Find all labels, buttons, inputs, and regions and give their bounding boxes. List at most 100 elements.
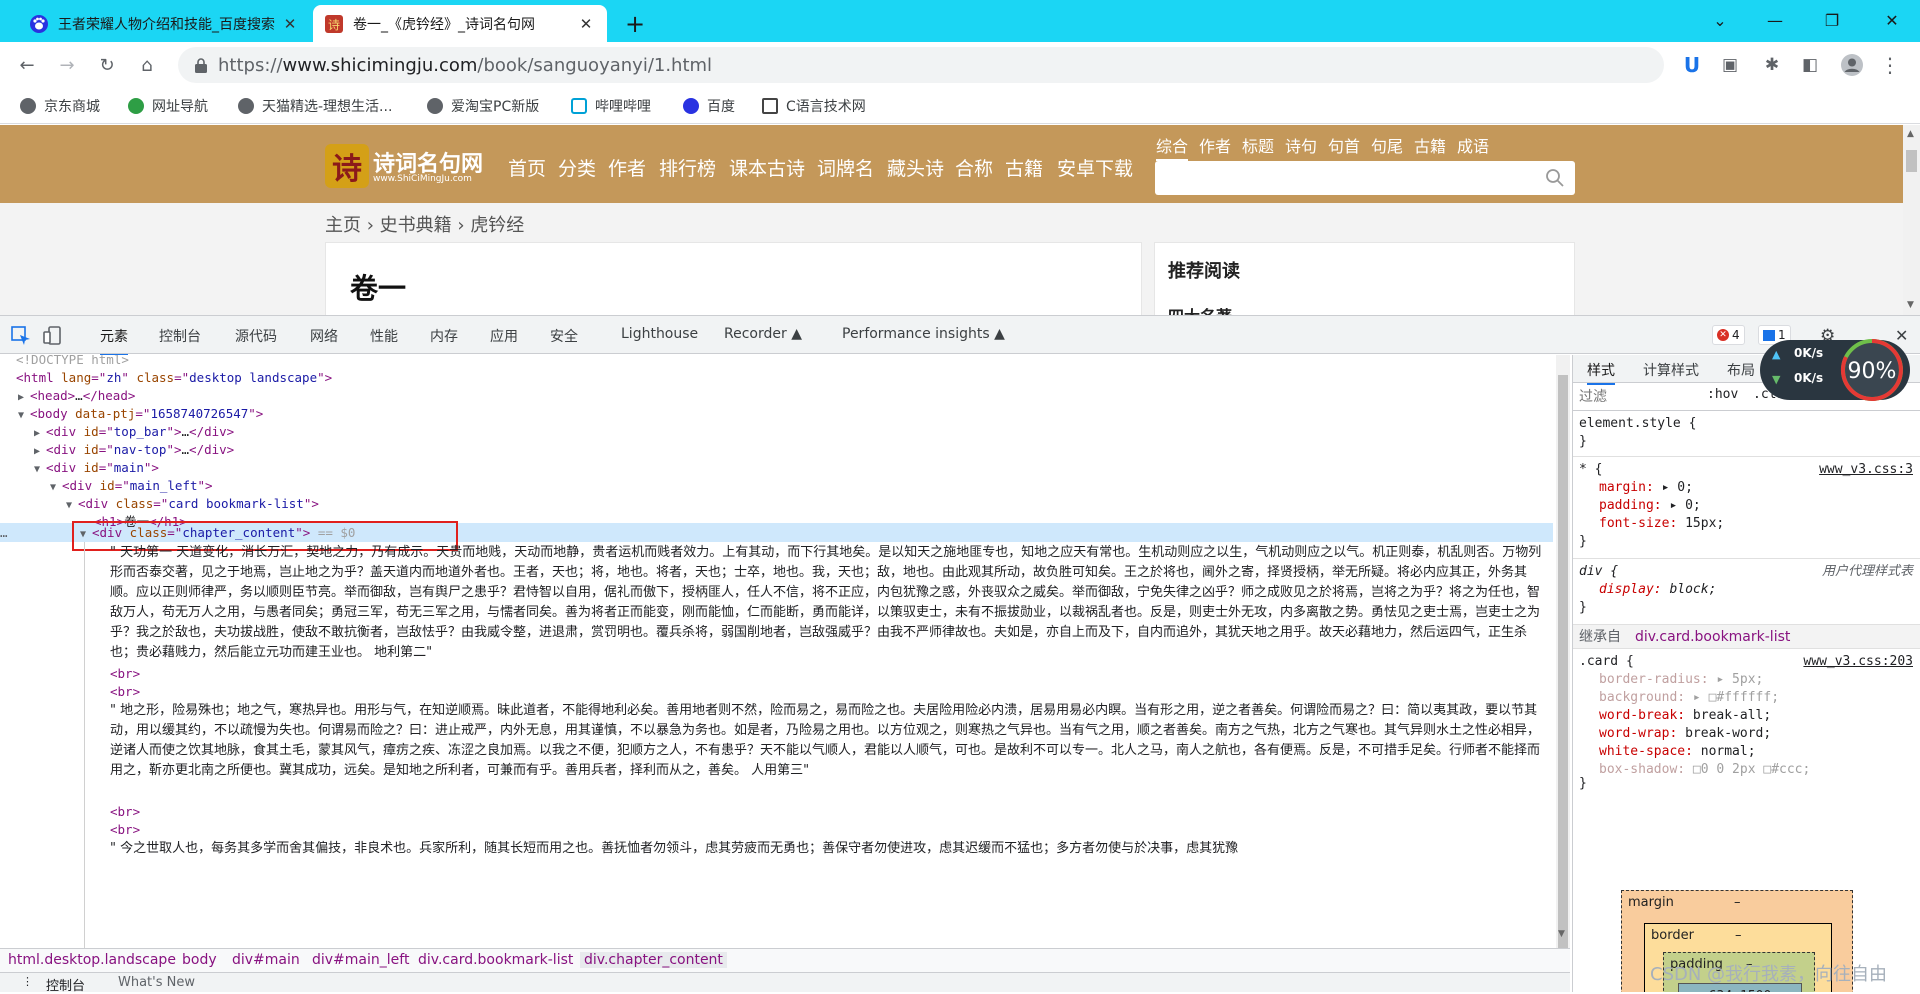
bookmark-bilibili[interactable]: 哔哩哔哩	[571, 96, 651, 116]
source-link-www-v3-css-3[interactable]: www_v3.css:3	[1819, 461, 1913, 479]
back-arrow-icon[interactable]: ←	[12, 50, 42, 80]
text-node-para3[interactable]: " 今之世取人也，每务其多学而舍其偏技，非良术也。兵家所利，随其长短而用之也。善…	[110, 839, 1550, 948]
nav-home[interactable]: 首页	[508, 154, 546, 181]
side-panel-icon[interactable]: ◧	[1796, 51, 1824, 79]
text-node-para1[interactable]: " 天功第一 天道变化，消长万汇，契地之力，乃有成示。天贵而地贱，天动而地静，贵…	[110, 543, 1550, 663]
dom-br-node[interactable]: <br>	[110, 665, 140, 683]
nav-acrostic[interactable]: 藏头诗	[887, 154, 944, 181]
address-bar[interactable]: https://www.shicimingju.com/book/sanguoy…	[178, 47, 1664, 83]
collapse-triangle-icon[interactable]: ▼	[66, 497, 78, 515]
close-window-icon[interactable]: ✕	[1872, 6, 1912, 34]
text-node-para2[interactable]: " 地之形，险易殊也；地之气，寒热异也。用形与气，在知逆顺焉。昧此道者，不能得地…	[110, 701, 1550, 801]
dom-br-node[interactable]: <br>	[110, 803, 140, 821]
prop-white-space[interactable]: white-space: normal;	[1599, 743, 1756, 761]
close-tab-icon[interactable]: ✕	[281, 15, 299, 33]
tab-sources[interactable]: 源代码	[235, 326, 277, 346]
scroll-up-icon[interactable]: ▲	[1907, 129, 1914, 139]
prop-background[interactable]: background: ▸ □#ffffff;	[1599, 689, 1779, 707]
breadcrumb-home[interactable]: 主页	[325, 215, 361, 236]
tab-network[interactable]: 网络	[310, 326, 338, 346]
crumb-div-main-left[interactable]: div#main_left	[312, 952, 409, 968]
dom-html-node[interactable]: <html lang="zh" class="desktop landscape…	[16, 369, 332, 387]
nav-android-download[interactable]: 安卓下载	[1057, 154, 1133, 181]
site-logo[interactable]: 诗 诗词名句网 www.ShiCiMingJu.com	[325, 144, 495, 188]
nav-hecheng[interactable]: 合称	[955, 154, 993, 181]
scrollbar-thumb[interactable]	[1906, 150, 1917, 172]
menu-kebab-icon[interactable]: ⋮	[1876, 51, 1904, 79]
tab-computed[interactable]: 计算样式	[1643, 360, 1699, 380]
bookmark-baidu[interactable]: 百度	[683, 96, 735, 116]
site-search-input[interactable]	[1155, 161, 1575, 195]
search-tab-all[interactable]: 综合	[1156, 133, 1189, 161]
prop-word-break[interactable]: word-break: break-all;	[1599, 707, 1771, 725]
restore-icon[interactable]: ❐	[1812, 6, 1852, 34]
selector-element-style[interactable]: element.style {	[1579, 415, 1696, 433]
tab-styles[interactable]: 样式	[1587, 360, 1615, 385]
device-toolbar-icon[interactable]	[42, 325, 64, 347]
search-tab-verse[interactable]: 诗句	[1285, 133, 1317, 157]
errors-badge[interactable]: ✕ 4	[1712, 325, 1745, 345]
breadcrumb-history-books[interactable]: 史书典籍	[380, 215, 452, 236]
dom-card-node[interactable]: ▼ <div class="card bookmark-list">	[66, 495, 319, 513]
search-tab-idiom[interactable]: 成语	[1457, 133, 1489, 157]
prop-word-wrap[interactable]: word-wrap: break-word;	[1599, 725, 1771, 743]
collapse-triangle-icon[interactable]: ▼	[34, 461, 46, 479]
browser-tab-baidu[interactable]: 王者荣耀人物介绍和技能_百度搜索 ✕	[18, 5, 311, 42]
close-tab-icon[interactable]: ✕	[577, 15, 595, 33]
search-tab-guji[interactable]: 古籍	[1414, 133, 1446, 157]
dom-body-node[interactable]: ▼ <body data-ptj="1658740726547">	[18, 405, 263, 423]
tab-recorder[interactable]: Recorder ▲	[724, 326, 802, 342]
extension-u-icon[interactable]: U	[1678, 51, 1706, 79]
crumb-div-main[interactable]: div#main	[232, 952, 300, 968]
dom-br-node[interactable]: <br>	[110, 683, 140, 701]
prop-margin[interactable]: margin: ▸ 0;	[1599, 479, 1693, 497]
selector-div[interactable]: div {	[1579, 563, 1618, 581]
drawer-tab-whats-new[interactable]: What's New	[118, 975, 195, 990]
breadcrumb-hulingjing[interactable]: 虎钤经	[470, 215, 524, 236]
profile-avatar-icon[interactable]	[1838, 51, 1866, 79]
drawer-tab-console[interactable]: 控制台	[46, 975, 85, 994]
page-scrollbar[interactable]: ▲ ▼	[1903, 125, 1920, 315]
tab-layout[interactable]: 布局	[1727, 360, 1755, 380]
new-tab-plus-icon[interactable]: +	[620, 9, 650, 39]
dom-scrollbar[interactable]	[1556, 355, 1570, 960]
tab-search-chevron-down-icon[interactable]: ⌄	[1700, 6, 1740, 34]
dom-main-node[interactable]: ▼ <div id="main">	[34, 459, 159, 477]
hov-toggle[interactable]: :hov	[1707, 387, 1738, 402]
nav-cipai[interactable]: 词牌名	[817, 154, 874, 181]
collapse-triangle-icon[interactable]: ▼	[50, 479, 62, 497]
extension-mask-icon[interactable]: ▣	[1716, 51, 1744, 79]
dom-main-left-node[interactable]: ▼ <div id="main_left">	[50, 477, 213, 495]
home-icon[interactable]: ⌂	[132, 50, 162, 80]
selector-card[interactable]: .card {	[1579, 653, 1634, 671]
extensions-puzzle-icon[interactable]: ✱	[1758, 51, 1786, 79]
nav-category[interactable]: 分类	[558, 154, 596, 181]
crumb-body[interactable]: body	[182, 952, 217, 968]
search-icon[interactable]	[1545, 168, 1565, 188]
search-tab-first-line[interactable]: 句首	[1328, 133, 1360, 157]
dom-br-node[interactable]: <br>	[110, 821, 140, 839]
source-link-www-v3-css-203[interactable]: www_v3.css:203	[1803, 653, 1913, 671]
minimize-icon[interactable]: —	[1755, 6, 1795, 34]
crumb-div-card[interactable]: div.card.bookmark-list	[418, 952, 573, 968]
prop-font-size[interactable]: font-size: 15px;	[1599, 515, 1724, 533]
dom-top-bar-node[interactable]: ▶ <div id="top_bar">…</div>	[34, 423, 234, 441]
scroll-down-icon[interactable]: ▼	[1558, 929, 1565, 939]
four-classics-heading[interactable]: 四大名著	[1168, 303, 1232, 315]
styles-filter-input[interactable]	[1579, 387, 1689, 407]
crumb-div-chapter-content[interactable]: div.chapter_content	[580, 952, 727, 968]
tab-lighthouse[interactable]: Lighthouse	[621, 326, 698, 342]
inherited-from-link[interactable]: div.card.bookmark-list	[1635, 628, 1790, 646]
tab-security[interactable]: 安全	[550, 326, 578, 346]
bookmark-clang[interactable]: C语言技术网	[762, 96, 866, 116]
selector-universal[interactable]: * {	[1579, 461, 1602, 479]
tab-performance-insights[interactable]: Performance insights ▲	[842, 326, 1005, 342]
tab-elements[interactable]: 元素	[100, 326, 128, 356]
collapse-triangle-icon[interactable]: ▼	[18, 407, 30, 425]
scroll-down-icon[interactable]: ▼	[1907, 300, 1914, 310]
tab-memory[interactable]: 内存	[430, 326, 458, 346]
bookmark-aitaobao[interactable]: 爱淘宝PC新版	[427, 96, 539, 116]
prop-padding[interactable]: padding: ▸ 0;	[1599, 497, 1701, 515]
dom-doctype[interactable]: <!DOCTYPE html>	[16, 355, 129, 369]
prop-box-shadow[interactable]: box-shadow: □0 0 2px □#ccc;	[1599, 761, 1810, 779]
